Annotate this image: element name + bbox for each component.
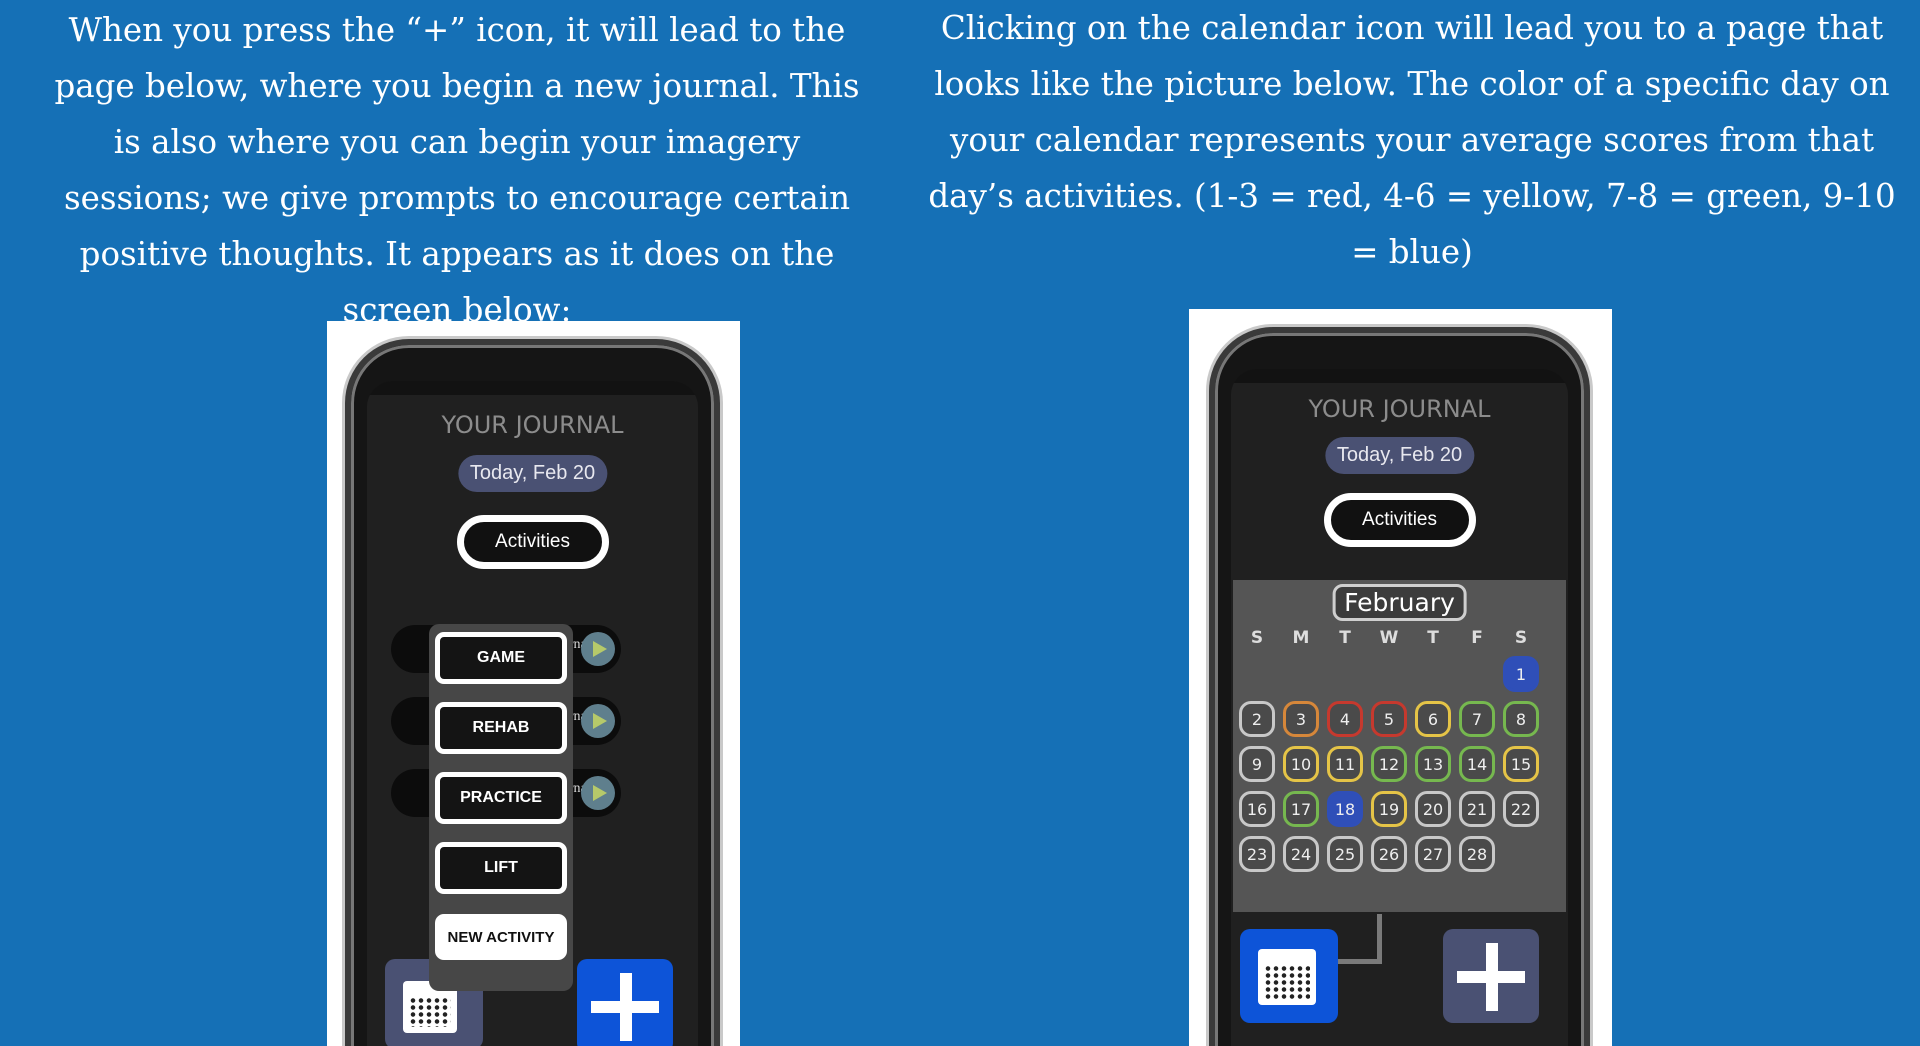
arrow-right-icon[interactable] bbox=[581, 632, 615, 666]
journal-title: YOUR JOURNAL bbox=[441, 411, 624, 439]
left-screenshot: YOUR JOURNAL Today, Feb 20 Activities jo… bbox=[327, 321, 740, 1046]
date-pill[interactable]: Today, Feb 20 bbox=[457, 455, 608, 492]
weekday-label: W bbox=[1379, 628, 1399, 648]
calendar-icon bbox=[1258, 949, 1316, 1005]
menu-item-new-activity[interactable]: NEW ACTIVITY bbox=[435, 914, 567, 960]
calendar-day[interactable]: 19 bbox=[1371, 791, 1407, 827]
right-caption: Clicking on the calendar icon will lead … bbox=[928, 9, 1896, 271]
calendar-day[interactable]: 26 bbox=[1371, 836, 1407, 872]
weekday-label: F bbox=[1471, 628, 1483, 648]
calendar-day[interactable]: 21 bbox=[1459, 791, 1495, 827]
calendar-day[interactable]: 24 bbox=[1283, 836, 1319, 872]
calendar-day[interactable]: 7 bbox=[1459, 701, 1495, 737]
plus-icon[interactable] bbox=[1443, 929, 1539, 1023]
weekday-label: T bbox=[1427, 628, 1439, 648]
calendar-day[interactable]: 13 bbox=[1415, 746, 1451, 782]
calendar-day[interactable]: 2 bbox=[1239, 701, 1275, 737]
activities-button[interactable]: Activities bbox=[1323, 493, 1476, 547]
calendar-day[interactable]: 3 bbox=[1283, 701, 1319, 737]
calendar-day[interactable]: 8 bbox=[1503, 701, 1539, 737]
calendar-day[interactable]: 16 bbox=[1239, 791, 1275, 827]
date-pill[interactable]: Today, Feb 20 bbox=[1324, 437, 1475, 474]
activities-button[interactable]: Activities bbox=[456, 515, 609, 569]
right-phone-frame: YOUR JOURNAL Today, Feb 20 Activities Fe… bbox=[1209, 327, 1590, 1046]
calendar-day[interactable]: 4 bbox=[1327, 701, 1363, 737]
menu-item-rehab[interactable]: REHAB bbox=[435, 702, 567, 754]
calendar-day[interactable]: 6 bbox=[1415, 701, 1451, 737]
calendar-day[interactable]: 5 bbox=[1371, 701, 1407, 737]
calendar-day[interactable]: 28 bbox=[1459, 836, 1495, 872]
menu-item-practice[interactable]: PRACTICE bbox=[435, 772, 567, 824]
calendar-day[interactable]: 15 bbox=[1503, 746, 1539, 782]
calendar-day[interactable]: 12 bbox=[1371, 746, 1407, 782]
left-caption: When you press the “+” icon, it will lea… bbox=[54, 11, 860, 329]
calendar-day[interactable]: 20 bbox=[1415, 791, 1451, 827]
weekday-label: S bbox=[1250, 628, 1264, 648]
menu-item-game[interactable]: GAME bbox=[435, 632, 567, 684]
weekday-label: M bbox=[1292, 628, 1310, 648]
right-phone-screen: YOUR JOURNAL Today, Feb 20 Activities Fe… bbox=[1231, 369, 1568, 1046]
arrow-right-icon[interactable] bbox=[581, 704, 615, 738]
weekday-label: S bbox=[1514, 628, 1528, 648]
weekday-label: T bbox=[1339, 628, 1351, 648]
calendar-day[interactable]: 11 bbox=[1327, 746, 1363, 782]
calendar-day[interactable]: 27 bbox=[1415, 836, 1451, 872]
activity-menu: GAME REHAB PRACTICE LIFT NEW ACTIVITY bbox=[429, 624, 573, 991]
calendar-day[interactable]: 22 bbox=[1503, 791, 1539, 827]
journal-title: YOUR JOURNAL bbox=[1308, 395, 1491, 423]
calendar: February SMTWTFS 1 2 3 4 5 6 7 8 9 10 11 12 13 14 15 16… bbox=[1233, 580, 1566, 912]
calendar-day[interactable]: 10 bbox=[1283, 746, 1319, 782]
calendar-button[interactable] bbox=[1240, 929, 1338, 1023]
left-phone-frame: YOUR JOURNAL Today, Feb 20 Activities jo… bbox=[345, 339, 720, 1046]
calendar-day[interactable]: 18 bbox=[1327, 791, 1363, 827]
right-screenshot: YOUR JOURNAL Today, Feb 20 Activities Fe… bbox=[1189, 309, 1612, 1046]
arrow-right-icon[interactable] bbox=[581, 776, 615, 810]
calendar-day[interactable]: 17 bbox=[1283, 791, 1319, 827]
calendar-day[interactable]: 1 bbox=[1503, 656, 1539, 692]
calendar-day[interactable]: 14 bbox=[1459, 746, 1495, 782]
plus-icon[interactable] bbox=[577, 959, 673, 1046]
left-phone-screen: YOUR JOURNAL Today, Feb 20 Activities jo… bbox=[367, 381, 698, 1046]
calendar-day[interactable]: 23 bbox=[1239, 836, 1275, 872]
menu-item-lift[interactable]: LIFT bbox=[435, 842, 567, 894]
calendar-day[interactable]: 9 bbox=[1239, 746, 1275, 782]
calendar-day[interactable]: 25 bbox=[1327, 836, 1363, 872]
month-label: February bbox=[1332, 584, 1467, 621]
